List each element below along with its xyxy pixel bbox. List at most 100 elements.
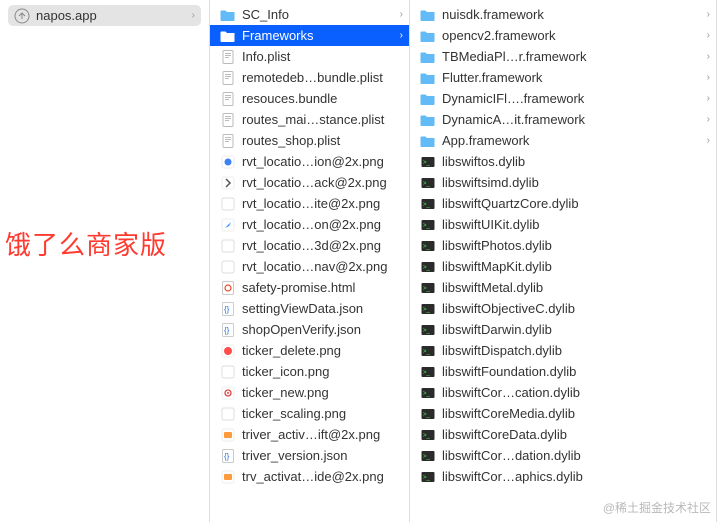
file-row[interactable]: >_libswiftObjectiveC.dylib: [410, 298, 716, 319]
svg-text:>_: >_: [423, 202, 431, 208]
file-row[interactable]: >_libswiftDispatch.dylib: [410, 340, 716, 361]
file-row[interactable]: >_libswiftDarwin.dylib: [410, 319, 716, 340]
file-row[interactable]: App.framework›: [410, 130, 716, 151]
file-row[interactable]: SC_Info›: [210, 4, 409, 25]
file-row[interactable]: >_libswiftMetal.dylib: [410, 277, 716, 298]
plist-icon: [220, 70, 236, 86]
exec-icon: >_: [420, 427, 436, 443]
exec-icon: >_: [420, 175, 436, 191]
file-row[interactable]: ticker_icon.png: [210, 361, 409, 382]
exec-icon: >_: [420, 448, 436, 464]
file-row[interactable]: >_libswiftCoreMedia.dylib: [410, 403, 716, 424]
png-white-icon: [220, 238, 236, 254]
chevron-right-icon: ›: [707, 30, 710, 41]
chevron-right-icon: ›: [707, 51, 710, 62]
file-row[interactable]: ticker_scaling.png: [210, 403, 409, 424]
file-row[interactable]: >_ libswiftMapKit.dylib: [410, 256, 716, 277]
file-row[interactable]: ticker_delete.png: [210, 340, 409, 361]
file-label: libswiftMapKit.dylib: [442, 259, 710, 274]
file-row[interactable]: {} settingViewData.json: [210, 298, 409, 319]
file-row[interactable]: resouces.bundle: [210, 88, 409, 109]
folder-icon: [420, 112, 436, 128]
svg-text:>_: >_: [423, 475, 431, 481]
file-label: routes_mai…stance.plist: [242, 112, 403, 127]
file-label: libswiftMetal.dylib: [442, 280, 710, 295]
file-row[interactable]: TBMediaPl…r.framework ›: [410, 46, 716, 67]
file-label: ticker_icon.png: [242, 364, 403, 379]
file-row[interactable]: rvt_locatio…ite@2x.png: [210, 193, 409, 214]
plist-icon: [220, 133, 236, 149]
file-row[interactable]: trv_activat…ide@2x.png: [210, 466, 409, 487]
folder-icon: [220, 7, 236, 23]
chevron-right-icon: ›: [707, 93, 710, 104]
file-row[interactable]: >_libswiftCor…dation.dylib: [410, 445, 716, 466]
exec-icon: >_: [420, 343, 436, 359]
folder-icon: [420, 28, 436, 44]
file-row[interactable]: DynamicA…it.framework›: [410, 109, 716, 130]
file-row[interactable]: remotedeb…bundle.plist: [210, 67, 409, 88]
file-label: Flutter.framework: [442, 70, 703, 85]
file-label: libswiftCoreMedia.dylib: [442, 406, 710, 421]
file-row[interactable]: Frameworks›: [210, 25, 409, 46]
exec-icon: >_: [420, 154, 436, 170]
svg-text:>_: >_: [423, 265, 431, 271]
column-3: nuisdk.framework›opencv2.framework›TBMed…: [410, 0, 717, 522]
json-icon: {}: [220, 448, 236, 464]
file-label: rvt_locatio…3d@2x.png: [242, 238, 403, 253]
file-row[interactable]: safety-promise.html: [210, 277, 409, 298]
file-row[interactable]: >_libswiftPhotos.dylib: [410, 235, 716, 256]
file-row[interactable]: rvt_locatio…ion@2x.png: [210, 151, 409, 172]
file-row[interactable]: {} shopOpenVerify.json: [210, 319, 409, 340]
file-row[interactable]: triver_activ…ift@2x.png: [210, 424, 409, 445]
file-row[interactable]: routes_shop.plist: [210, 130, 409, 151]
file-row[interactable]: >_libswiftFoundation.dylib: [410, 361, 716, 382]
file-label: rvt_locatio…ack@2x.png: [242, 175, 403, 190]
file-row[interactable]: rvt_locatio…3d@2x.png: [210, 235, 409, 256]
file-row[interactable]: >_libswiftCor…cation.dylib: [410, 382, 716, 403]
file-label: libswiftPhotos.dylib: [442, 238, 710, 253]
file-row[interactable]: {}triver_version.json: [210, 445, 409, 466]
png-orange-icon: [220, 469, 236, 485]
folder-icon: [420, 91, 436, 107]
file-row[interactable]: >_libswiftCor…aphics.dylib: [410, 466, 716, 487]
watermark-text: @稀土掘金技术社区: [603, 499, 711, 516]
svg-text:>_: >_: [423, 328, 431, 334]
json-icon: {}: [220, 301, 236, 317]
file-label: Frameworks: [242, 28, 396, 43]
file-row[interactable]: Info.plist: [210, 46, 409, 67]
file-row[interactable]: >_libswiftsimd.dylib: [410, 172, 716, 193]
file-label: settingViewData.json: [242, 301, 403, 316]
exec-icon: >_: [420, 301, 436, 317]
svg-text:>_: >_: [423, 370, 431, 376]
file-label: ticker_delete.png: [242, 343, 403, 358]
file-row[interactable]: >_libswiftCoreData.dylib: [410, 424, 716, 445]
file-label: napos.app: [36, 8, 188, 23]
json-icon: {}: [220, 322, 236, 338]
plist-icon: [220, 112, 236, 128]
file-row[interactable]: opencv2.framework›: [410, 25, 716, 46]
file-row[interactable]: Flutter.framework›: [410, 67, 716, 88]
file-row[interactable]: >_ libswiftQuartzCore.dylib: [410, 193, 716, 214]
file-row[interactable]: routes_mai…stance.plist: [210, 109, 409, 130]
file-row[interactable]: DynamicIFl….framework›: [410, 88, 716, 109]
file-row[interactable]: >_libswiftos.dylib: [410, 151, 716, 172]
svg-text:{}: {}: [224, 326, 230, 335]
file-label: Info.plist: [242, 49, 403, 64]
file-label: nuisdk.framework: [442, 7, 703, 22]
file-row[interactable]: napos.app›: [8, 5, 201, 26]
chevron-right-icon: ›: [707, 9, 710, 20]
file-row[interactable]: nuisdk.framework ›: [410, 4, 716, 25]
file-row[interactable]: rvt_locatio…on@2x.png: [210, 214, 409, 235]
svg-text:>_: >_: [423, 391, 431, 397]
file-label: libswiftQuartzCore.dylib: [442, 196, 710, 211]
file-row[interactable]: ticker_new.png: [210, 382, 409, 403]
svg-text:>_: >_: [423, 433, 431, 439]
plist-icon: [220, 49, 236, 65]
file-row[interactable]: rvt_locatio…nav@2x.png: [210, 256, 409, 277]
file-row[interactable]: >_libswiftUIKit.dylib: [410, 214, 716, 235]
exec-icon: >_: [420, 385, 436, 401]
file-row[interactable]: rvt_locatio…ack@2x.png: [210, 172, 409, 193]
file-label: shopOpenVerify.json: [242, 322, 403, 337]
file-label: trv_activat…ide@2x.png: [242, 469, 403, 484]
file-label: TBMediaPl…r.framework: [442, 49, 703, 64]
